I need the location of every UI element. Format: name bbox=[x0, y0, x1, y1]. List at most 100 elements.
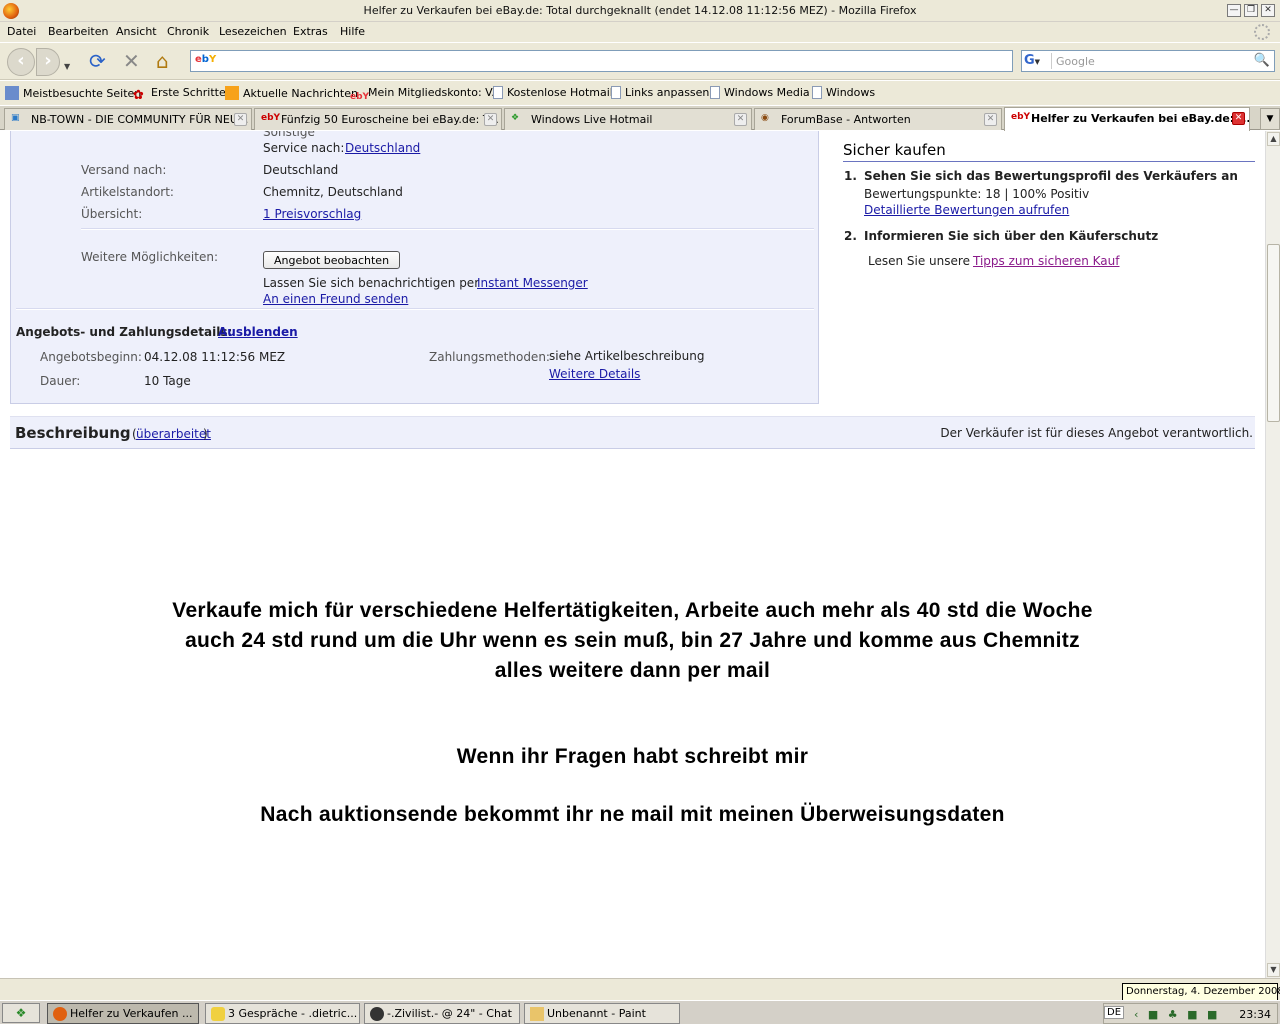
bookmark-kostenlose-hotmail[interactable]: Kostenlose Hotmail bbox=[493, 86, 613, 99]
menu-lesezeichen[interactable]: Lesezeichen bbox=[219, 25, 287, 38]
bookmark-aktuelle-nachrichten[interactable]: Aktuelle Nachrichten bbox=[225, 86, 358, 100]
instant-messenger-link[interactable]: Instant Messenger bbox=[477, 276, 588, 290]
beschreibung-title: Beschreibung bbox=[15, 424, 131, 442]
bookmark-links-anpassen[interactable]: Links anpassen bbox=[611, 86, 709, 99]
service-country-link[interactable]: Deutschland bbox=[345, 141, 420, 155]
start-button[interactable]: ❖ bbox=[2, 1003, 40, 1023]
tab-close-icon[interactable]: ✕ bbox=[484, 113, 497, 126]
magnifier-icon[interactable]: 🔍 bbox=[1254, 53, 1270, 68]
language-indicator[interactable]: DE bbox=[1104, 1006, 1125, 1019]
angebotsbeginn-label: Angebotsbeginn: bbox=[40, 350, 142, 364]
search-engine-icon[interactable]: G▼ bbox=[1024, 53, 1052, 69]
description-line: Nach auktionsende bekommt ihr ne mail mi… bbox=[260, 803, 1005, 826]
description-line: auch 24 std rund um die Uhr wenn es sein… bbox=[185, 629, 1080, 652]
versand-label: Versand nach: bbox=[81, 163, 167, 177]
sicher-kaufen-title: Sicher kaufen bbox=[843, 141, 1255, 162]
vertical-scrollbar[interactable]: ▲ ▼ bbox=[1265, 131, 1280, 978]
nb-town-favicon-icon: ▣ bbox=[11, 113, 20, 123]
angebots-details-heading: Angebots- und Zahlungsdetails: bbox=[16, 325, 233, 339]
paren-close: ) bbox=[203, 427, 208, 441]
preisvorschlag-link[interactable]: 1 Preisvorschlag bbox=[263, 207, 361, 221]
artikelstandort-value: Chemnitz, Deutschland bbox=[263, 185, 403, 199]
clock[interactable]: 23:34 bbox=[1239, 1008, 1271, 1021]
tab-close-icon[interactable]: ✕ bbox=[734, 113, 747, 126]
scroll-down-icon[interactable]: ▼ bbox=[1267, 963, 1280, 977]
uebersicht-label: Übersicht: bbox=[81, 207, 143, 221]
description-line: Verkaufe mich für verschiedene Helfertät… bbox=[172, 599, 1093, 622]
detaillierte-bewertungen-link[interactable]: Detaillierte Bewertungen aufrufen bbox=[864, 203, 1069, 217]
tab-list-dropdown-icon[interactable]: ▼ bbox=[1260, 108, 1280, 130]
chat-icon bbox=[211, 1007, 225, 1021]
menu-extras[interactable]: Extras bbox=[293, 25, 328, 38]
history-dropdown-icon[interactable]: ▼ bbox=[64, 57, 70, 77]
bookmark-meistbesuchte[interactable]: Meistbesuchte Seiten bbox=[5, 86, 141, 100]
tab-nb-town[interactable]: ▣ NB-TOWN - DIE COMMUNITY FÜR NEU... ✕ bbox=[4, 108, 252, 130]
tab-bar: ▣ NB-TOWN - DIE COMMUNITY FÜR NEU... ✕ e… bbox=[0, 106, 1280, 131]
menu-chronik[interactable]: Chronik bbox=[167, 25, 209, 38]
tray-icons[interactable]: ‹ ■ ♣ ■ ■ bbox=[1134, 1008, 1220, 1021]
freund-senden-link[interactable]: An einen Freund senden bbox=[263, 292, 408, 306]
status-bar bbox=[0, 978, 1280, 1000]
tab-close-icon[interactable]: ✕ bbox=[234, 113, 247, 126]
menu-datei[interactable]: Datei bbox=[7, 25, 36, 38]
angebotsbeginn-value: 04.12.08 11:12:56 MEZ bbox=[144, 350, 286, 364]
minimize-button[interactable]: — bbox=[1227, 4, 1241, 17]
menu-ansicht[interactable]: Ansicht bbox=[116, 25, 157, 38]
tab-forumbase[interactable]: ◉ ForumBase - Antworten ✕ bbox=[754, 108, 1002, 130]
bewertungsprofil-heading: Sehen Sie sich das Bewertungsprofil des … bbox=[864, 169, 1238, 183]
forward-button[interactable]: › bbox=[36, 48, 60, 76]
reload-icon[interactable]: ⟳ bbox=[89, 51, 106, 71]
task-gespraeche[interactable]: 3 Gespräche - .dietric... bbox=[205, 1003, 360, 1024]
sonstige-text: Sonstige bbox=[263, 131, 315, 139]
kaeuferschutz-heading: Informieren Sie sich über den Käuferschu… bbox=[864, 229, 1159, 243]
ebay-favicon-icon: ebY bbox=[1011, 112, 1031, 122]
date-tooltip: Donnerstag, 4. Dezember 2008 bbox=[1122, 983, 1280, 1001]
tab-helfer-zu-verkaufen[interactable]: ebY Helfer zu Verkaufen bei eBay.de: ...… bbox=[1004, 107, 1250, 131]
forumbase-favicon-icon: ◉ bbox=[761, 113, 769, 123]
tab-close-icon[interactable]: ✕ bbox=[1232, 112, 1245, 125]
tab-windows-live-hotmail[interactable]: ❖ Windows Live Hotmail ✕ bbox=[504, 108, 752, 130]
search-bar[interactable]: G▼ Google 🔍 bbox=[1021, 50, 1275, 72]
description-line: Wenn ihr Fragen habt schreibt mir bbox=[456, 745, 809, 768]
close-window-button[interactable]: ✕ bbox=[1261, 4, 1275, 17]
bookmark-windows[interactable]: Windows bbox=[812, 86, 875, 99]
scroll-up-icon[interactable]: ▲ bbox=[1267, 132, 1280, 146]
weitere-moeglichkeiten-label: Weitere Möglichkeiten: bbox=[81, 250, 218, 264]
sicher-kaufen-panel: Sicher kaufen 1. Sehen Sie sich das Bewe… bbox=[843, 141, 1255, 268]
task-paint[interactable]: Unbenannt - Paint bbox=[524, 1003, 680, 1024]
task-zivilist-chat[interactable]: -.Zivilist.- @ 24" - Chat bbox=[364, 1003, 520, 1024]
item-details-panel: Sonstige Service nach: Deutschland Versa… bbox=[10, 131, 819, 404]
bookmark-windows-media[interactable]: Windows Media bbox=[710, 86, 810, 99]
ebay-favicon-icon: ebY bbox=[261, 113, 281, 123]
window-title: Helfer zu Verkaufen bei eBay.de: Total d… bbox=[363, 4, 917, 17]
bookmark-erste-schritte[interactable]: ✿ Erste Schritte bbox=[133, 86, 226, 103]
tab-fuenfzig-euroscheine[interactable]: ebY Fünfzig 50 Euroscheine bei eBay.de: … bbox=[254, 108, 502, 130]
restore-button[interactable]: ❐ bbox=[1244, 4, 1258, 17]
scroll-thumb[interactable] bbox=[1267, 244, 1280, 422]
menu-bearbeiten[interactable]: Bearbeiten bbox=[48, 25, 108, 38]
ausblenden-link[interactable]: Ausblenden bbox=[218, 325, 298, 339]
home-icon[interactable]: ⌂ bbox=[156, 51, 169, 71]
versand-value: Deutschland bbox=[263, 163, 339, 177]
lesen-sie-text: Lesen Sie unsere bbox=[868, 254, 970, 268]
divider bbox=[81, 228, 814, 230]
tipps-sicherer-kauf-link[interactable]: Tipps zum sicheren Kauf bbox=[973, 254, 1120, 268]
ueberarbeitet-link[interactable]: überarbeitet bbox=[136, 427, 211, 441]
bewertungspunkte-text: Bewertungspunkte: 18 | 100% Positiv bbox=[864, 187, 1090, 201]
weitere-details-link[interactable]: Weitere Details bbox=[549, 367, 640, 381]
back-button[interactable]: ‹ bbox=[7, 48, 35, 76]
artikelstandort-label: Artikelstandort: bbox=[81, 185, 174, 199]
bookmark-mitgliedskonto[interactable]: ebYMein Mitgliedskonto: V... bbox=[350, 86, 502, 106]
address-bar[interactable]: ebY bbox=[190, 50, 1013, 72]
dauer-value: 10 Tage bbox=[144, 374, 191, 388]
tab-close-icon[interactable]: ✕ bbox=[984, 113, 997, 126]
menu-hilfe[interactable]: Hilfe bbox=[340, 25, 365, 38]
angebot-beobachten-button[interactable]: Angebot beobachten bbox=[263, 251, 401, 269]
firefox-icon bbox=[53, 1007, 67, 1021]
task-firefox[interactable]: Helfer zu Verkaufen ... bbox=[47, 1003, 199, 1024]
site-favicon-icon: ebY bbox=[195, 54, 217, 65]
beschreibung-bar: Beschreibung ( überarbeitet ) Der Verkäu… bbox=[10, 416, 1255, 449]
steam-icon bbox=[370, 1007, 384, 1021]
stop-icon[interactable]: ✕ bbox=[123, 51, 140, 71]
page-content: Sonstige Service nach: Deutschland Versa… bbox=[0, 131, 1265, 978]
